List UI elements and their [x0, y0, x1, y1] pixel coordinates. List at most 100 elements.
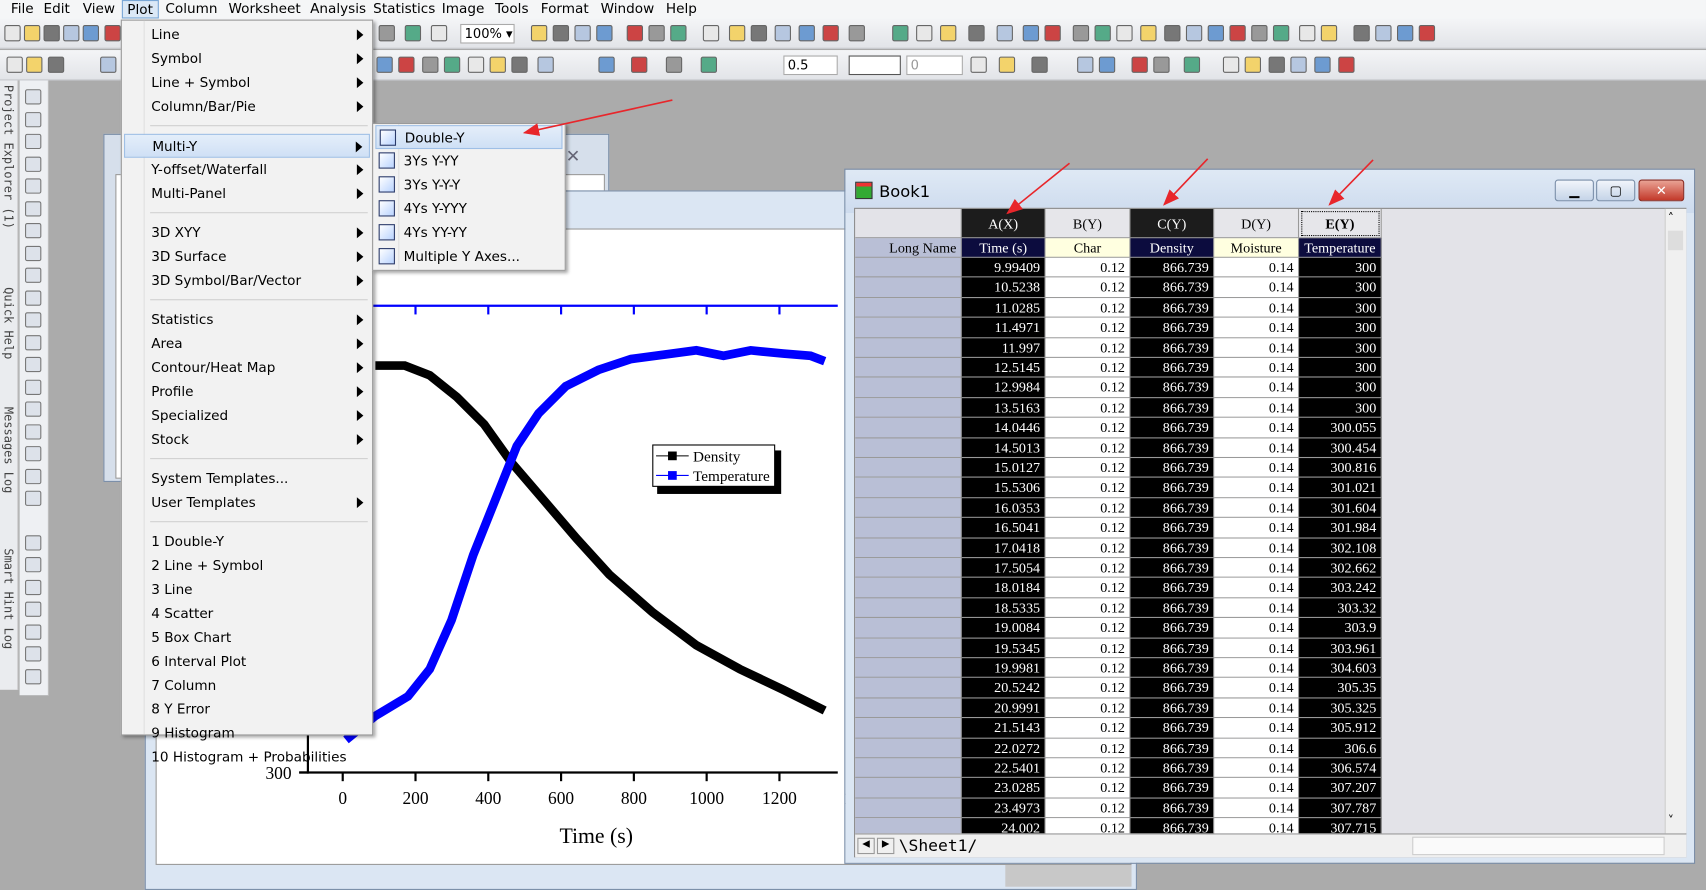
row-header[interactable]: [855, 337, 962, 358]
menu-item-multi-panel[interactable]: Multi-Panel: [144, 182, 370, 206]
table-cell[interactable]: 0.12: [1045, 758, 1131, 779]
long-name-cell[interactable]: Temperature: [1299, 238, 1382, 258]
table-cell[interactable]: 0.14: [1214, 518, 1300, 539]
table-cell[interactable]: 15.0127: [961, 458, 1046, 479]
row-header[interactable]: [855, 297, 962, 318]
table-cell[interactable]: 866.739: [1130, 377, 1215, 398]
toolbar-button-icon[interactable]: [728, 25, 746, 42]
table-cell[interactable]: 0.12: [1045, 778, 1131, 799]
table-cell[interactable]: 0.12: [1045, 478, 1131, 499]
toolbar-button-icon[interactable]: [774, 25, 791, 42]
table-cell[interactable]: 0.12: [1045, 498, 1131, 519]
table-cell[interactable]: 300: [1299, 357, 1382, 378]
toolbar-button-icon[interactable]: [996, 25, 1013, 42]
table-cell[interactable]: 0.14: [1214, 297, 1300, 318]
table-cell[interactable]: 0.12: [1045, 698, 1131, 719]
table-cell[interactable]: 866.739: [1130, 798, 1215, 819]
table-cell[interactable]: 300.816: [1299, 458, 1382, 479]
toolbar-button-icon[interactable]: [1116, 25, 1133, 42]
row-header[interactable]: [855, 317, 962, 338]
table-cell[interactable]: 0.14: [1214, 598, 1300, 619]
row-header[interactable]: [855, 638, 962, 659]
table-cell[interactable]: 17.5054: [961, 558, 1046, 579]
toolbar-button-icon[interactable]: [1140, 25, 1157, 42]
toolbar-button-icon[interactable]: [1022, 25, 1040, 42]
toolbar-button-icon[interactable]: [1222, 56, 1240, 73]
toolbar-button-icon[interactable]: [1396, 25, 1414, 42]
menu-item-line[interactable]: Line: [144, 23, 370, 47]
table-cell[interactable]: 0.12: [1045, 257, 1131, 278]
table-cell[interactable]: 0.14: [1214, 277, 1300, 298]
row-header[interactable]: [855, 357, 962, 378]
table-cell[interactable]: 23.0285: [961, 778, 1046, 799]
table-cell[interactable]: 0.14: [1214, 397, 1300, 418]
toolbar-button-icon[interactable]: [100, 56, 117, 73]
toolbar-button-icon[interactable]: [1153, 56, 1170, 73]
table-cell[interactable]: 0.12: [1045, 277, 1131, 298]
table-cell[interactable]: 16.5041: [961, 518, 1046, 539]
submenu-item-double-y[interactable]: Double-Y: [375, 125, 563, 150]
long-name-cell[interactable]: Density: [1130, 238, 1215, 258]
long-name-cell[interactable]: Time (s): [961, 238, 1046, 258]
table-cell[interactable]: 0.12: [1045, 738, 1131, 759]
maximize-button[interactable]: ▢: [1596, 179, 1636, 202]
table-cell[interactable]: 866.739: [1130, 598, 1215, 619]
table-cell[interactable]: 866.739: [1130, 738, 1215, 759]
table-cell[interactable]: 302.662: [1299, 558, 1382, 579]
table-cell[interactable]: 302.108: [1299, 538, 1382, 559]
table-cell[interactable]: 866.739: [1130, 297, 1215, 318]
menu-item-1-double-y[interactable]: 1 Double-Y: [144, 530, 370, 554]
toolbar-button-icon[interactable]: [1094, 25, 1111, 42]
toolbar-button-icon[interactable]: [574, 25, 591, 42]
toolbar-button-icon[interactable]: [822, 25, 839, 42]
row-header[interactable]: [855, 738, 962, 759]
row-header[interactable]: [855, 257, 962, 278]
column-header-d[interactable]: D(Y): [1214, 208, 1300, 239]
table-cell[interactable]: 866.739: [1130, 337, 1215, 358]
toolbar-button-icon[interactable]: [1044, 25, 1061, 42]
toolbar-button-icon[interactable]: [1098, 56, 1116, 73]
toolbar-button-icon[interactable]: [970, 56, 987, 73]
table-cell[interactable]: 866.739: [1130, 317, 1215, 338]
toolbar-button-icon[interactable]: [530, 25, 548, 42]
table-cell[interactable]: 0.12: [1045, 438, 1131, 459]
toolbar-button-icon[interactable]: [378, 25, 395, 42]
sheet-tab-sheet1[interactable]: \Sheet1/: [899, 836, 978, 856]
table-cell[interactable]: 20.9991: [961, 698, 1046, 719]
long-name-cell[interactable]: Char: [1045, 238, 1131, 258]
toolbar-button-icon[interactable]: [398, 56, 415, 73]
legend[interactable]: Density Temperature: [652, 444, 782, 494]
toolbar-button-icon[interactable]: [443, 56, 461, 73]
table-cell[interactable]: 17.0418: [961, 538, 1046, 559]
table-cell[interactable]: 866.739: [1130, 417, 1215, 439]
toolbar-button-icon[interactable]: [511, 56, 528, 73]
menu-item-3d-xyy[interactable]: 3D XYY: [144, 221, 370, 245]
table-cell[interactable]: 0.12: [1045, 538, 1131, 559]
table-cell[interactable]: 0.14: [1214, 257, 1300, 278]
table-cell[interactable]: 300: [1299, 257, 1382, 278]
table-cell[interactable]: 305.325: [1299, 698, 1382, 719]
table-cell[interactable]: 13.5163: [961, 397, 1046, 418]
table-cell[interactable]: 866.739: [1130, 478, 1215, 499]
prev-sheet-icon[interactable]: ◀: [857, 837, 875, 855]
toolbar-button-icon[interactable]: [1031, 56, 1048, 73]
menu-item-statistics[interactable]: Statistics: [144, 308, 370, 332]
table-cell[interactable]: 866.739: [1130, 618, 1215, 639]
toolbar-button-icon[interactable]: [1164, 25, 1181, 42]
menu-item-2-line-symbol[interactable]: 2 Line + Symbol: [144, 554, 370, 578]
menu-item-4-scatter[interactable]: 4 Scatter: [144, 602, 370, 626]
toolbar-button-icon[interactable]: [940, 25, 957, 42]
toolbar-button-icon[interactable]: [489, 56, 506, 73]
row-header[interactable]: [855, 758, 962, 779]
toolbar-button-icon[interactable]: [670, 25, 687, 42]
table-cell[interactable]: 0.14: [1214, 478, 1300, 499]
menu-item-multi-y[interactable]: Multi-Y: [124, 133, 370, 158]
table-cell[interactable]: 0.14: [1214, 357, 1300, 378]
table-cell[interactable]: 0.12: [1045, 337, 1131, 358]
table-cell[interactable]: 300: [1299, 377, 1382, 398]
table-cell[interactable]: 305.912: [1299, 718, 1382, 739]
table-cell[interactable]: 866.739: [1130, 658, 1215, 679]
toolbar-button-icon[interactable]: [998, 56, 1016, 73]
table-cell[interactable]: 0.14: [1214, 638, 1300, 659]
table-cell[interactable]: 300: [1299, 317, 1382, 338]
